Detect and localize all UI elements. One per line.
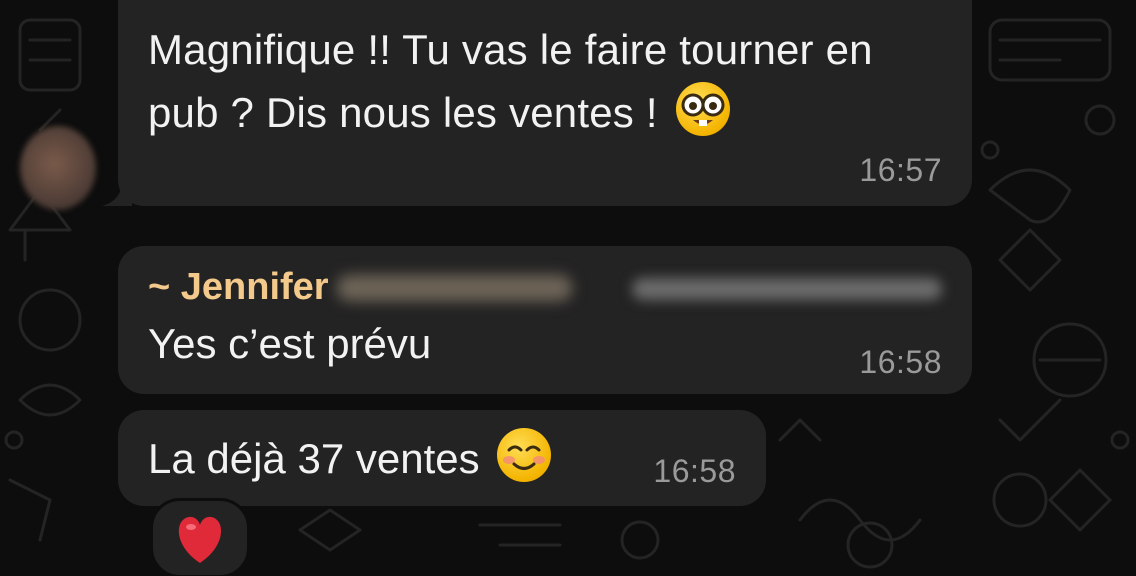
contact-avatar[interactable]: [20, 126, 96, 210]
chat-view[interactable]: Magnifique !! Tu vas le faire tourner en…: [0, 0, 1136, 576]
message-text-wrap: Magnifique !! Tu vas le faire tourner en…: [148, 18, 938, 144]
message-timestamp: 16:58: [653, 453, 736, 489]
message-timestamp: 16:58: [859, 344, 942, 380]
message-bubble[interactable]: Magnifique !! Tu vas le faire tourner en…: [118, 0, 972, 206]
message-text: Magnifique !! Tu vas le faire tourner en…: [148, 26, 873, 136]
blurred-phone-number: [632, 278, 942, 300]
message-timestamp: 16:57: [859, 152, 942, 188]
nerd-face-emoji: [675, 82, 730, 136]
message-text: Yes c’est prévu: [148, 320, 432, 367]
message-text: La déjà 37 ventes: [148, 435, 480, 482]
message-bubble[interactable]: La déjà 37 ventes 16:58: [118, 410, 766, 506]
sender-name[interactable]: ~ Jennifer: [148, 266, 572, 309]
smiling-face-emoji: [497, 428, 552, 482]
sender-name-label: ~ Jennifer: [148, 266, 329, 308]
message-bubble[interactable]: ~ Jennifer Yes c’est prévu 16:58: [118, 246, 972, 394]
reaction-badge[interactable]: [150, 498, 250, 576]
blurred-surname: [336, 275, 572, 301]
red-heart-emoji: [178, 516, 222, 563]
message-text-wrap: La déjà 37 ventes: [148, 428, 552, 489]
